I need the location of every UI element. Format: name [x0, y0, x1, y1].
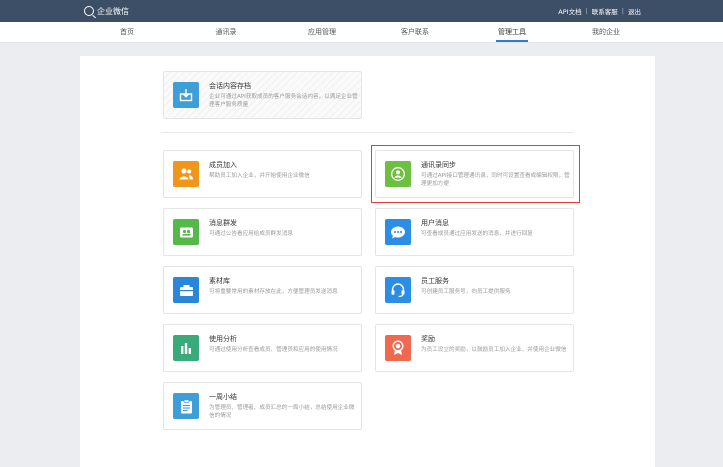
- logout-link[interactable]: 退出: [628, 6, 641, 16]
- tab-management-tools[interactable]: 管理工具: [496, 22, 528, 42]
- card-title: 奖励: [421, 335, 435, 343]
- main-nav: 首页 通讯录 应用管理 客户联系 管理工具 我的企业: [0, 22, 723, 43]
- brand-logo[interactable]: 企业微信: [84, 6, 129, 17]
- tab-home[interactable]: 首页: [120, 22, 134, 42]
- clipboard-icon: [173, 393, 199, 419]
- broadcast-icon: [173, 219, 199, 245]
- tool-card-session-archive[interactable]: 会话内容存档 企业可通过API获取成员的客户服务会话内容，以满足企业管理客户服务…: [163, 71, 362, 119]
- api-docs-link[interactable]: API文档: [558, 6, 581, 16]
- headset-icon: [385, 277, 411, 303]
- card-description: 可创建员工服务号，向员工提供服务: [421, 289, 511, 295]
- card-description: 可查看成员通过应用发送的消息，并进行回复: [421, 231, 533, 237]
- card-title: 素材库: [209, 277, 230, 285]
- card-description: 企业可通过API获取成员的客户服务会话内容，以满足企业管理客户服务质量: [209, 94, 358, 108]
- card-description: 帮助员工加入企业，并开始使用企业微信: [209, 173, 310, 179]
- card-title: 一周小结: [209, 393, 237, 401]
- tab-my-company[interactable]: 我的企业: [592, 22, 620, 42]
- wecom-logo-icon: [84, 6, 94, 16]
- card-description: 为管理员、管理者、成员汇总的一周小结，总结使用企业微信的情况: [209, 405, 355, 419]
- folder-icon: [173, 277, 199, 303]
- card-description: 为员工设立的奖励，以鼓励员工加入企业、并使用企业微信: [421, 347, 567, 353]
- tool-card-broadcast[interactable]: 消息群发 可通过公告看应用给成员群发消息: [163, 208, 362, 256]
- bar-chart-icon: [173, 335, 199, 361]
- card-title: 使用分析: [209, 335, 237, 343]
- card-title: 成员加入: [209, 161, 237, 169]
- divider: |: [621, 7, 624, 15]
- card-title: 用户消息: [421, 219, 449, 227]
- tool-card-user-messages[interactable]: 用户消息 可查看成员通过应用发送的消息，并进行回复: [375, 208, 574, 256]
- tab-contacts[interactable]: 通讯录: [216, 22, 237, 42]
- tab-customer-contact[interactable]: 客户联系: [401, 22, 429, 42]
- tab-app-management[interactable]: 应用管理: [308, 22, 336, 42]
- contact-support-link[interactable]: 联系客服: [592, 6, 618, 16]
- highlight-annotation: [371, 145, 580, 203]
- card-description: 可将重要常用的素材存放在此，方便管理员发送消息: [209, 289, 338, 295]
- tool-card-weekly-summary[interactable]: 一周小结 为管理员、管理者、成员汇总的一周小结，总结使用企业微信的情况: [163, 382, 362, 430]
- tool-card-member-join[interactable]: 成员加入 帮助员工加入企业，并开始使用企业微信: [163, 150, 362, 198]
- tools-panel: 会话内容存档 企业可通过API获取成员的客户服务会话内容，以满足企业管理客户服务…: [80, 56, 655, 467]
- section-divider: [161, 132, 574, 133]
- medal-icon: [385, 335, 411, 361]
- card-description: 可通过使用分析查看成员、管理员和应用的使用情况: [209, 347, 338, 353]
- tool-card-material-library[interactable]: 素材库 可将重要常用的素材存放在此，方便管理员发送消息: [163, 266, 362, 314]
- card-title: 消息群发: [209, 219, 237, 227]
- download-box-icon: [173, 82, 199, 108]
- divider: |: [585, 7, 588, 15]
- tool-card-employee-service[interactable]: 员工服务 可创建员工服务号，向员工提供服务: [375, 266, 574, 314]
- top-links: API文档 | 联系客服 | 退出: [558, 0, 641, 22]
- card-description: 可通过公告看应用给成员群发消息: [209, 231, 293, 237]
- tool-card-usage-analysis[interactable]: 使用分析 可通过使用分析查看成员、管理员和应用的使用情况: [163, 324, 362, 372]
- chat-bubble-icon: [385, 219, 411, 245]
- top-bar: 企业微信 API文档 | 联系客服 | 退出: [0, 0, 723, 22]
- card-title: 会话内容存档: [209, 82, 251, 90]
- card-title: 员工服务: [421, 277, 449, 285]
- app-name: 企业微信: [97, 6, 129, 16]
- tool-card-rewards[interactable]: 奖励 为员工设立的奖励，以鼓励员工加入企业、并使用企业微信: [375, 324, 574, 372]
- people-icon: [173, 161, 199, 187]
